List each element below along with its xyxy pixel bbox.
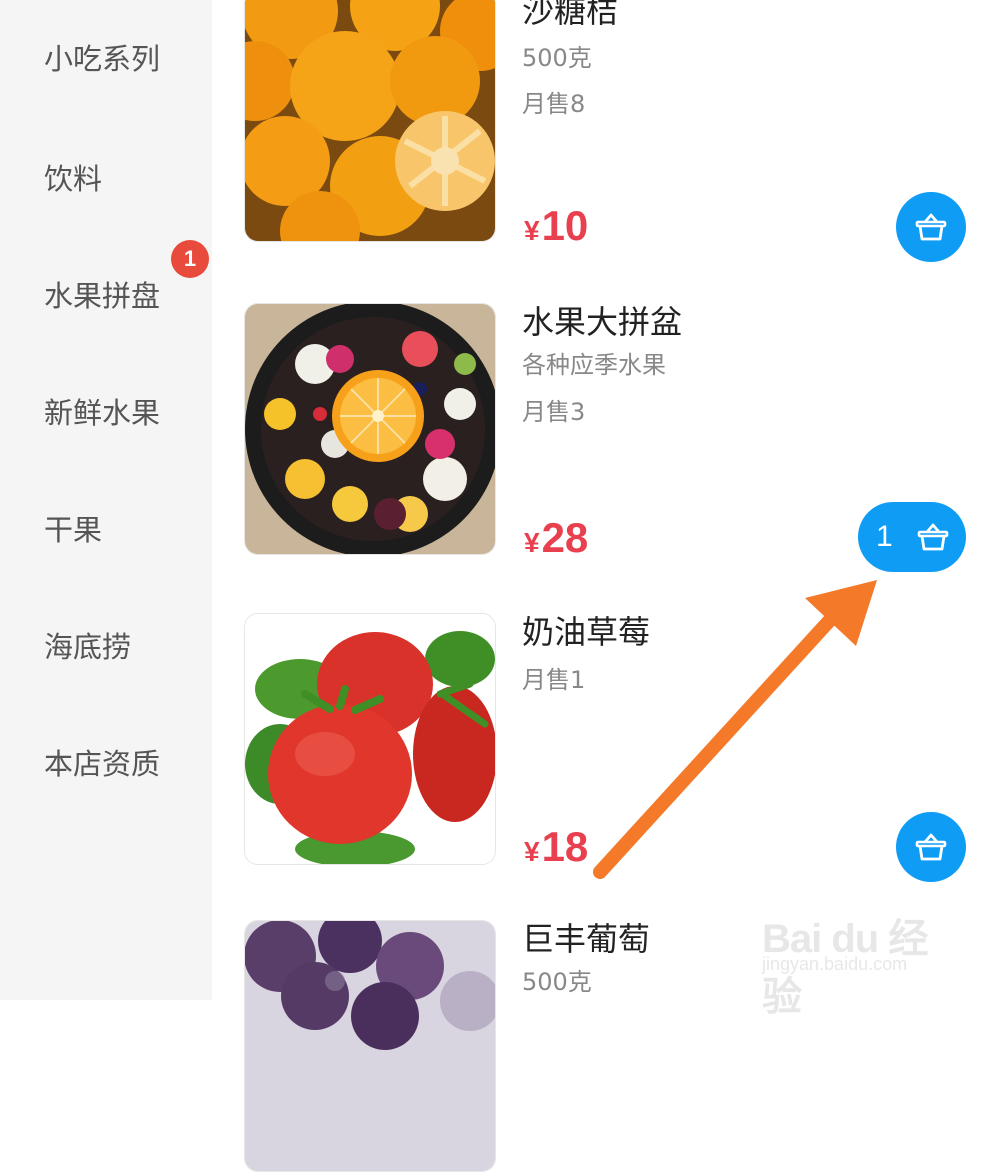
sidebar-count-badge: 1 [171, 240, 209, 278]
product-price: ¥10 [524, 202, 588, 250]
product-spec: 500克 [522, 968, 592, 996]
product-monthly-sales: 月售1 [522, 666, 586, 694]
product-price: ¥18 [524, 823, 588, 871]
sidebar-item-store-license[interactable]: 本店资质 [44, 734, 160, 794]
product-spec: 500克 [522, 44, 592, 72]
price-value: 28 [541, 514, 589, 561]
sidebar-item-haidilao[interactable]: 海底捞 [44, 617, 131, 677]
add-to-cart-button[interactable] [896, 192, 966, 262]
product-monthly-sales: 月售3 [522, 398, 586, 426]
basket-icon [914, 832, 948, 862]
product-card[interactable]: 沙糖桔 500克 月售8 ¥10 [212, 0, 1000, 300]
product-card[interactable]: 水果大拼盆 各种应季水果 月售3 ¥28 1 [212, 303, 1000, 613]
baidu-jingyan-watermark: Bai du 经验 jingyan.baidu.com [762, 892, 942, 1019]
price-value: 18 [541, 823, 589, 870]
product-name: 沙糖桔 [522, 0, 619, 30]
currency-symbol: ¥ [524, 527, 540, 558]
sidebar-item-fresh-fruit[interactable]: 新鲜水果 [44, 383, 160, 443]
sidebar-item-dried-fruit[interactable]: 干果 [44, 500, 102, 560]
add-to-cart-button[interactable]: 1 [858, 502, 966, 572]
product-monthly-sales: 月售8 [522, 90, 586, 118]
currency-symbol: ¥ [524, 836, 540, 867]
basket-icon [914, 212, 948, 242]
product-image[interactable] [244, 920, 496, 1172]
product-name: 巨丰葡萄 [522, 920, 651, 958]
product-price: ¥28 [524, 514, 588, 562]
cart-quantity: 1 [876, 520, 893, 553]
product-name: 奶油草莓 [522, 613, 651, 651]
product-image[interactable] [244, 0, 496, 242]
product-card[interactable]: 奶油草莓 月售1 ¥18 [212, 613, 1000, 923]
product-image[interactable] [244, 303, 496, 555]
product-image[interactable] [244, 613, 496, 865]
fruit-platter-image [245, 304, 495, 554]
sidebar-item-snacks[interactable]: 小吃系列 [44, 29, 160, 89]
category-sidebar: 小吃系列 饮料 水果拼盘 1 新鲜水果 干果 海底捞 本店资质 [0, 0, 212, 1000]
product-spec: 各种应季水果 [522, 351, 666, 379]
add-to-cart-button[interactable] [896, 812, 966, 882]
strawberries-image [245, 614, 495, 864]
currency-symbol: ¥ [524, 215, 540, 246]
watermark-url: jingyan.baidu.com [762, 954, 908, 974]
sidebar-item-fruit-platter[interactable]: 水果拼盘 [44, 266, 160, 326]
mandarin-oranges-image [245, 0, 495, 241]
grapes-image [245, 921, 495, 1171]
product-name: 水果大拼盆 [522, 303, 683, 341]
price-value: 10 [541, 202, 589, 249]
basket-icon [916, 522, 950, 552]
sidebar-item-drinks[interactable]: 饮料 [44, 149, 102, 209]
